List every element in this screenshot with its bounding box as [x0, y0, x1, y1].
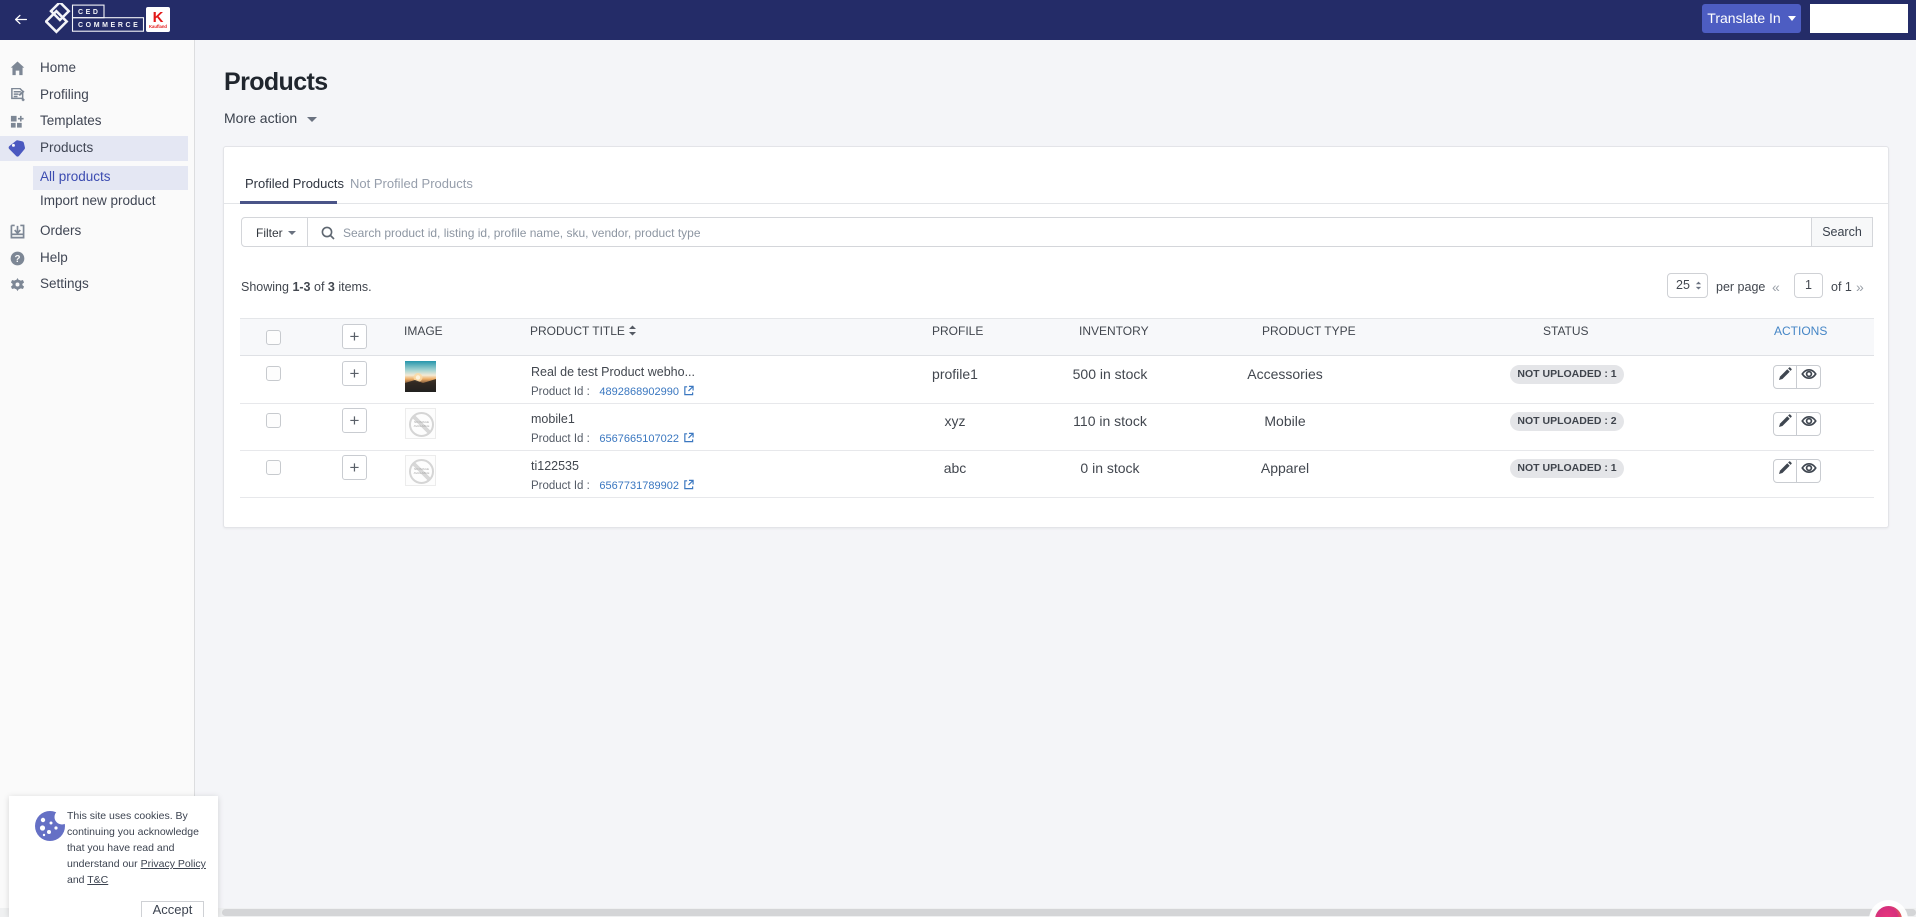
svg-text:Kaufland: Kaufland — [149, 24, 167, 29]
svg-text:COMMERCE: COMMERCE — [78, 22, 140, 29]
svg-text:CED: CED — [78, 9, 101, 16]
svg-text:?: ? — [14, 254, 20, 265]
